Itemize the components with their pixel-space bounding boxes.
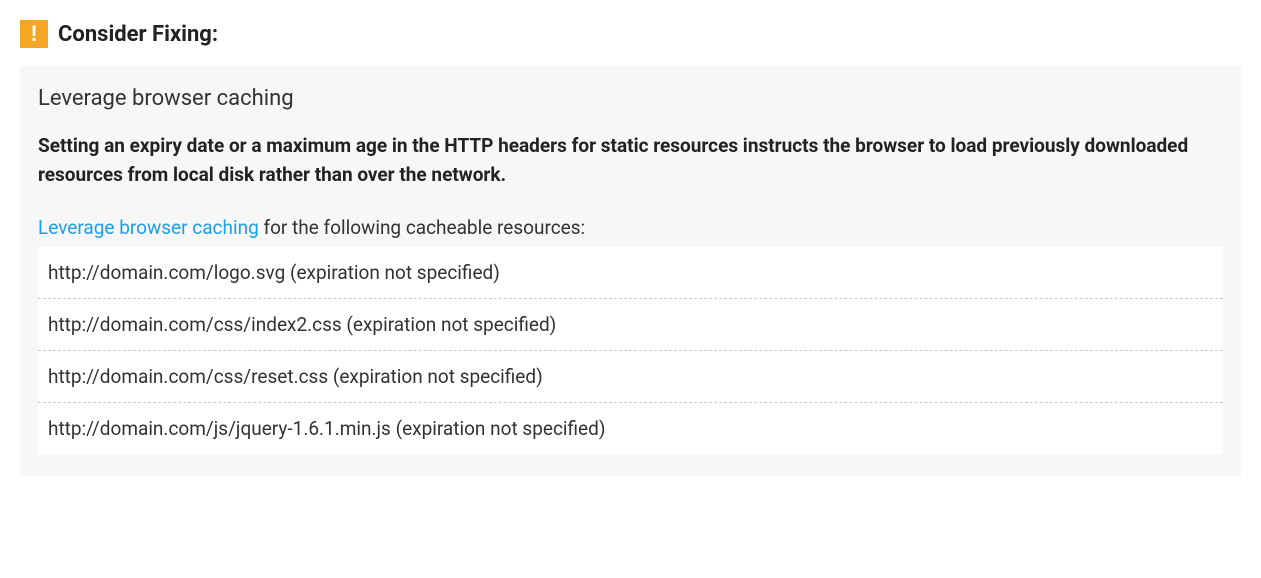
list-item: http://domain.com/css/index2.css (expira…	[38, 299, 1223, 351]
issue-hint: Leverage browser caching for the followi…	[38, 216, 1223, 239]
warning-glyph: !	[30, 23, 37, 45]
list-item: http://domain.com/css/reset.css (expirat…	[38, 351, 1223, 403]
resource-list: http://domain.com/logo.svg (expiration n…	[38, 247, 1223, 454]
section-header: ! Consider Fixing:	[20, 20, 1241, 48]
list-item: http://domain.com/js/jquery-1.6.1.min.js…	[38, 403, 1223, 454]
issue-title: Leverage browser caching	[38, 86, 1223, 111]
issue-panel: Leverage browser caching Setting an expi…	[20, 66, 1241, 476]
issue-hint-link[interactable]: Leverage browser caching	[38, 216, 259, 239]
list-item: http://domain.com/logo.svg (expiration n…	[38, 247, 1223, 299]
issue-description: Setting an expiry date or a maximum age …	[38, 131, 1223, 190]
issue-hint-suffix: for the following cacheable resources:	[259, 216, 585, 239]
warning-icon: !	[20, 20, 48, 48]
section-title: Consider Fixing:	[58, 22, 218, 47]
